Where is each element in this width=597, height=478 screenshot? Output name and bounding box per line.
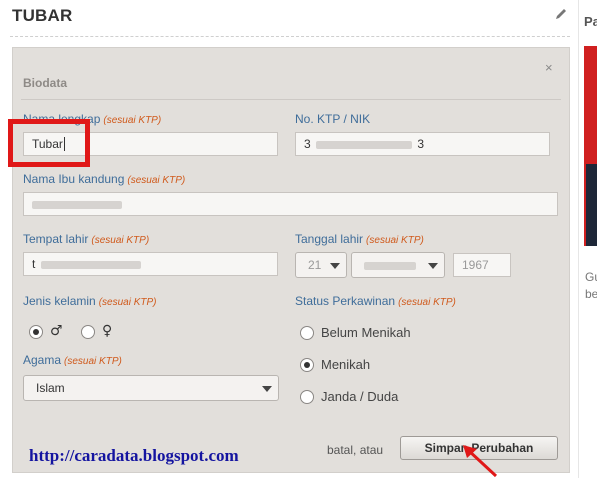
sidebar-caption-line2: be [585,287,597,301]
marital-status-label: Status Perkawinan (sesuai KTP) [295,294,456,308]
mother-name-label: Nama Ibu kandung (sesuai KTP) [23,172,186,186]
birthplace-label: Tempat lahir (sesuai KTP) [23,232,150,246]
ktp-hint: (sesuai KTP) [103,115,162,126]
sidebar-caption-line1: Gu [585,270,597,284]
birth-day-select[interactable]: 21 [295,252,347,278]
marital-single-radio[interactable] [300,326,314,340]
religion-value: Islam [36,381,65,395]
religion-label: Agama (sesuai KTP) [23,353,122,367]
gender-male-radio[interactable] [29,325,43,339]
sidebar-image[interactable] [584,46,597,246]
pointer-arrow-icon [463,445,498,478]
female-icon: ♀ [102,323,113,339]
blog-url-watermark: http://caradata.blogspot.com [29,446,239,465]
biodata-panel: Biodata × Nama lengkap (sesuai KTP) Tubar… [12,47,570,473]
panel-divider [21,99,561,100]
birth-year-field[interactable]: 1967 [453,253,511,277]
chevron-down-icon [262,386,272,392]
ktp-field[interactable]: 3 3 [295,132,550,156]
pencil-icon[interactable] [554,7,568,21]
redacted-birth-month [364,261,416,270]
marital-married-label[interactable]: Menikah [321,357,370,372]
section-title: Biodata [23,76,68,90]
religion-select[interactable]: Islam [23,375,279,401]
birth-day-value: 21 [308,258,322,272]
ktp-value-start: 3 [304,137,311,151]
chevron-down-icon [428,263,438,269]
close-icon[interactable]: × [545,60,553,75]
birth-year-value: 1967 [462,258,489,272]
birthplace-value-start: t [32,257,36,271]
sidebar-title: Pa [584,14,597,29]
marital-married-radio[interactable] [300,358,314,372]
gender-label: Jenis kelamin (sesuai KTP) [23,294,157,308]
highlight-box [8,119,90,167]
page-title: TUBAR [12,6,73,25]
redacted-birthplace [40,260,141,269]
male-icon: ♂ [50,323,63,339]
ktp-label: No. KTP / NIK [295,112,371,126]
sidebar-divider [578,0,579,478]
ktp-value-end: 3 [417,137,425,151]
cancel-link[interactable]: batal, atau [327,443,383,457]
chevron-down-icon [330,263,340,269]
birth-month-select[interactable] [351,252,445,278]
birthplace-field[interactable]: t [23,252,278,276]
redacted-ktp [316,140,413,149]
marital-widowed-label[interactable]: Janda / Duda [321,389,398,404]
birthdate-label: Tanggal lahir (sesuai KTP) [295,232,424,246]
gender-female-radio[interactable] [81,325,95,339]
title-divider [10,36,570,37]
mother-name-field[interactable] [23,192,558,216]
marital-widowed-radio[interactable] [300,390,314,404]
marital-single-label[interactable]: Belum Menikah [321,325,411,340]
redacted-mother-name [32,200,122,209]
